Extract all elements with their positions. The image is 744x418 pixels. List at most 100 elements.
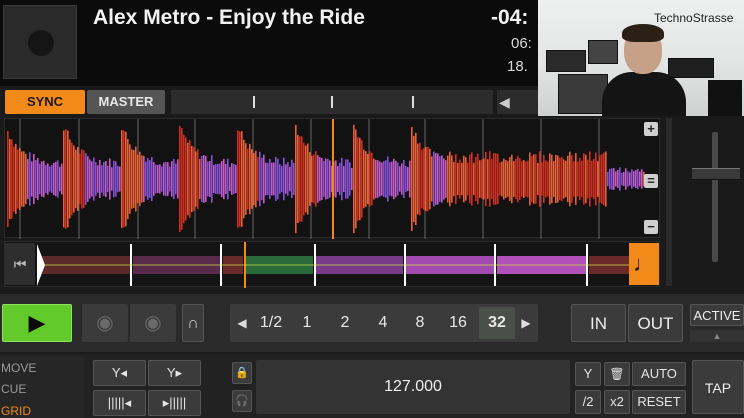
- waveform-bar: [159, 164, 161, 194]
- waveform-display[interactable]: [4, 118, 660, 239]
- waveform-bar: [19, 147, 21, 211]
- waveform-bar: [193, 147, 195, 211]
- waveform-bar: [371, 152, 373, 206]
- loop-size-16[interactable]: 16: [442, 307, 474, 339]
- overview-svg: [37, 242, 629, 288]
- loop-size-1[interactable]: 1: [292, 307, 322, 339]
- flux-mode-icon[interactable]: ∩: [182, 304, 204, 342]
- tap-tempo-button[interactable]: TAP: [692, 360, 744, 414]
- waveform-bar: [289, 166, 291, 192]
- bpm-display[interactable]: 127.000: [256, 360, 570, 414]
- waveform-bar: [327, 158, 329, 200]
- scratch-control-icon[interactable]: ◉: [130, 304, 176, 342]
- cue-button[interactable]: ◉: [82, 304, 128, 342]
- waveform-bar: [513, 161, 515, 197]
- mode-move-tab[interactable]: MOVE: [1, 361, 36, 375]
- loop-size-4[interactable]: 4: [368, 307, 398, 339]
- waveform-bar: [315, 151, 317, 207]
- delete-icon[interactable]: 🗑: [604, 362, 630, 386]
- waveform-bar: [335, 160, 337, 198]
- waveform-bar: [275, 157, 277, 201]
- reset-grid-button[interactable]: RESET: [632, 390, 686, 414]
- waveform-bar: [51, 165, 53, 193]
- loop-in-button[interactable]: IN: [571, 304, 626, 342]
- waveform-bar: [13, 146, 15, 212]
- master-button[interactable]: MASTER: [87, 90, 165, 114]
- chevron-up-icon[interactable]: ▲: [690, 330, 744, 342]
- waveform-bar: [571, 155, 573, 203]
- bpm-double-button[interactable]: x2: [604, 390, 630, 414]
- waveform-bar: [407, 167, 409, 191]
- waveform-bar: [195, 151, 197, 207]
- waveform-bar: [263, 154, 265, 204]
- pitch-fader-handle[interactable]: [692, 168, 740, 180]
- loop-next-icon[interactable]: ▶: [516, 304, 536, 342]
- waveform-bar: [515, 159, 517, 199]
- zoom-in-icon[interactable]: +: [644, 122, 658, 136]
- sync-button[interactable]: SYNC: [5, 90, 85, 114]
- waveform-bar: [363, 149, 365, 209]
- waveform-bar: [385, 160, 387, 198]
- loop-prev-icon[interactable]: ◀: [232, 304, 252, 342]
- waveform-bar: [319, 157, 321, 201]
- loop-size-8[interactable]: 8: [405, 307, 435, 339]
- waveform-bar: [489, 151, 491, 207]
- phase-left-icon[interactable]: ◀: [497, 90, 538, 114]
- beat-expand-icon[interactable]: ▸|||||: [148, 390, 201, 416]
- auto-grid-button[interactable]: AUTO: [632, 362, 686, 386]
- waveform-bar: [641, 169, 643, 189]
- waveform-bar: [461, 162, 463, 196]
- waveform-bar: [23, 151, 25, 207]
- waveform-bar: [77, 147, 79, 211]
- waveform-bar: [7, 130, 9, 228]
- waveform-bar: [359, 137, 361, 221]
- loop-out-button[interactable]: OUT: [628, 304, 683, 342]
- waveform-bar: [221, 160, 223, 198]
- waveform-bar: [295, 124, 297, 234]
- waveform-bar: [109, 158, 111, 200]
- play-button[interactable]: ▶: [2, 304, 72, 342]
- waveform-bar: [553, 161, 555, 197]
- waveform-bar: [379, 161, 381, 197]
- waveform-bar: [531, 156, 533, 202]
- loop-active-button[interactable]: ACTIVE: [690, 304, 744, 326]
- loop-size-32[interactable]: 32: [479, 307, 515, 339]
- zoom-out-icon[interactable]: −: [644, 220, 658, 234]
- mode-cue-tab[interactable]: CUE: [1, 382, 26, 396]
- waveform-bar: [49, 166, 51, 192]
- waveform-bar: [153, 162, 155, 196]
- note-icon[interactable]: ♩: [629, 243, 659, 285]
- waveform-bar: [119, 166, 121, 192]
- waveform-bar: [613, 168, 615, 190]
- phase-tick: [253, 96, 255, 108]
- zoom-reset-icon[interactable]: =: [644, 174, 658, 188]
- waveform-bar: [25, 153, 27, 205]
- loop-size-2[interactable]: 2: [330, 307, 360, 339]
- waveform-bar: [527, 160, 529, 198]
- waveform-bar: [629, 172, 631, 186]
- waveform-bar: [97, 165, 99, 193]
- loop-size-half[interactable]: 1/2: [254, 307, 288, 339]
- grid-shift-left-icon[interactable]: Y◂: [93, 360, 146, 386]
- waveform-bar: [559, 157, 561, 201]
- waveform-bar: [117, 165, 119, 193]
- waveform-bar: [449, 151, 451, 207]
- waveform-bar: [473, 162, 475, 196]
- headphone-icon[interactable]: 🎧: [232, 390, 252, 412]
- cover-art: [3, 5, 77, 79]
- track-overview[interactable]: [4, 241, 660, 288]
- beat-compress-icon[interactable]: |||||◂: [93, 390, 146, 416]
- waveform-bar: [309, 152, 311, 206]
- waveform-bar: [337, 166, 339, 192]
- bpm-half-button[interactable]: /2: [575, 390, 601, 414]
- jump-to-start-icon[interactable]: ⏮: [5, 243, 35, 285]
- waveform-bar: [469, 154, 471, 204]
- grid-marker-icon[interactable]: Y: [575, 362, 601, 386]
- waveform-bar: [377, 160, 379, 198]
- lock-icon[interactable]: 🔒: [232, 362, 252, 384]
- pitch-fader-track[interactable]: [712, 132, 718, 262]
- person-body: [602, 72, 686, 116]
- mode-grid-tab[interactable]: GRID: [1, 404, 31, 418]
- grid-shift-right-icon[interactable]: Y▸: [148, 360, 201, 386]
- waveform-bar: [313, 154, 315, 204]
